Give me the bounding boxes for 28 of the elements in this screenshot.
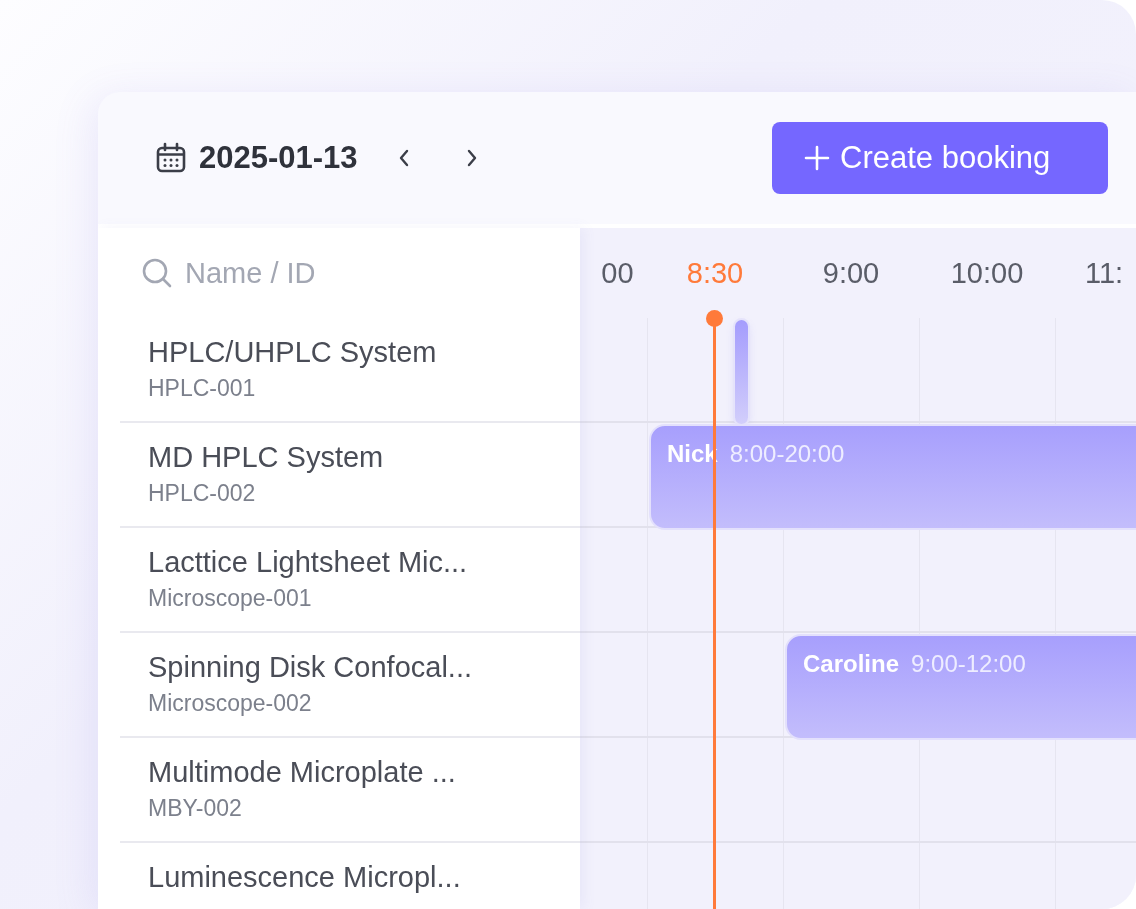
resource-name: Luminescence Micropl...: [148, 861, 461, 894]
resource-id: Microscope-001: [148, 585, 312, 612]
resource-name: MD HPLC System: [148, 441, 384, 474]
date-label: 2025-01-13: [199, 140, 358, 176]
resource-name: Spinning Disk Confocal...: [148, 651, 472, 684]
calendar-icon: [155, 142, 187, 174]
resource-name: Lacttice Lightsheet Mic...: [148, 546, 468, 579]
search-icon: [141, 257, 173, 289]
booking-block[interactable]: Caroline 9:00-12:00: [785, 634, 1136, 740]
time-label: 11:: [1084, 256, 1124, 290]
booking-time: 8:00-20:00: [729, 440, 845, 468]
resource-name: Multimode Microplate ...: [148, 756, 456, 789]
plus-icon: [804, 145, 830, 171]
time-label: 9:00: [822, 256, 880, 290]
search-field[interactable]: Name / ID: [185, 256, 485, 290]
resource-id: HPLC-002: [148, 480, 256, 507]
resource-id: MBY-002: [148, 795, 242, 822]
resource-name: HPLC/UHPLC System: [148, 336, 437, 369]
time-label: 8:30: [686, 256, 744, 290]
chevron-left-icon: [397, 148, 410, 168]
time-label: 10:00: [950, 256, 1024, 290]
chevron-right-icon: [465, 148, 478, 168]
create-booking-button[interactable]: Create booking: [772, 122, 1108, 194]
booking-person: Caroline: [803, 650, 900, 678]
time-label: 00: [601, 256, 634, 290]
resource-id: Microscope-002: [148, 690, 312, 717]
resource-id: HPLC-001: [148, 375, 256, 402]
booking-time: 9:00-12:00: [911, 650, 1026, 678]
